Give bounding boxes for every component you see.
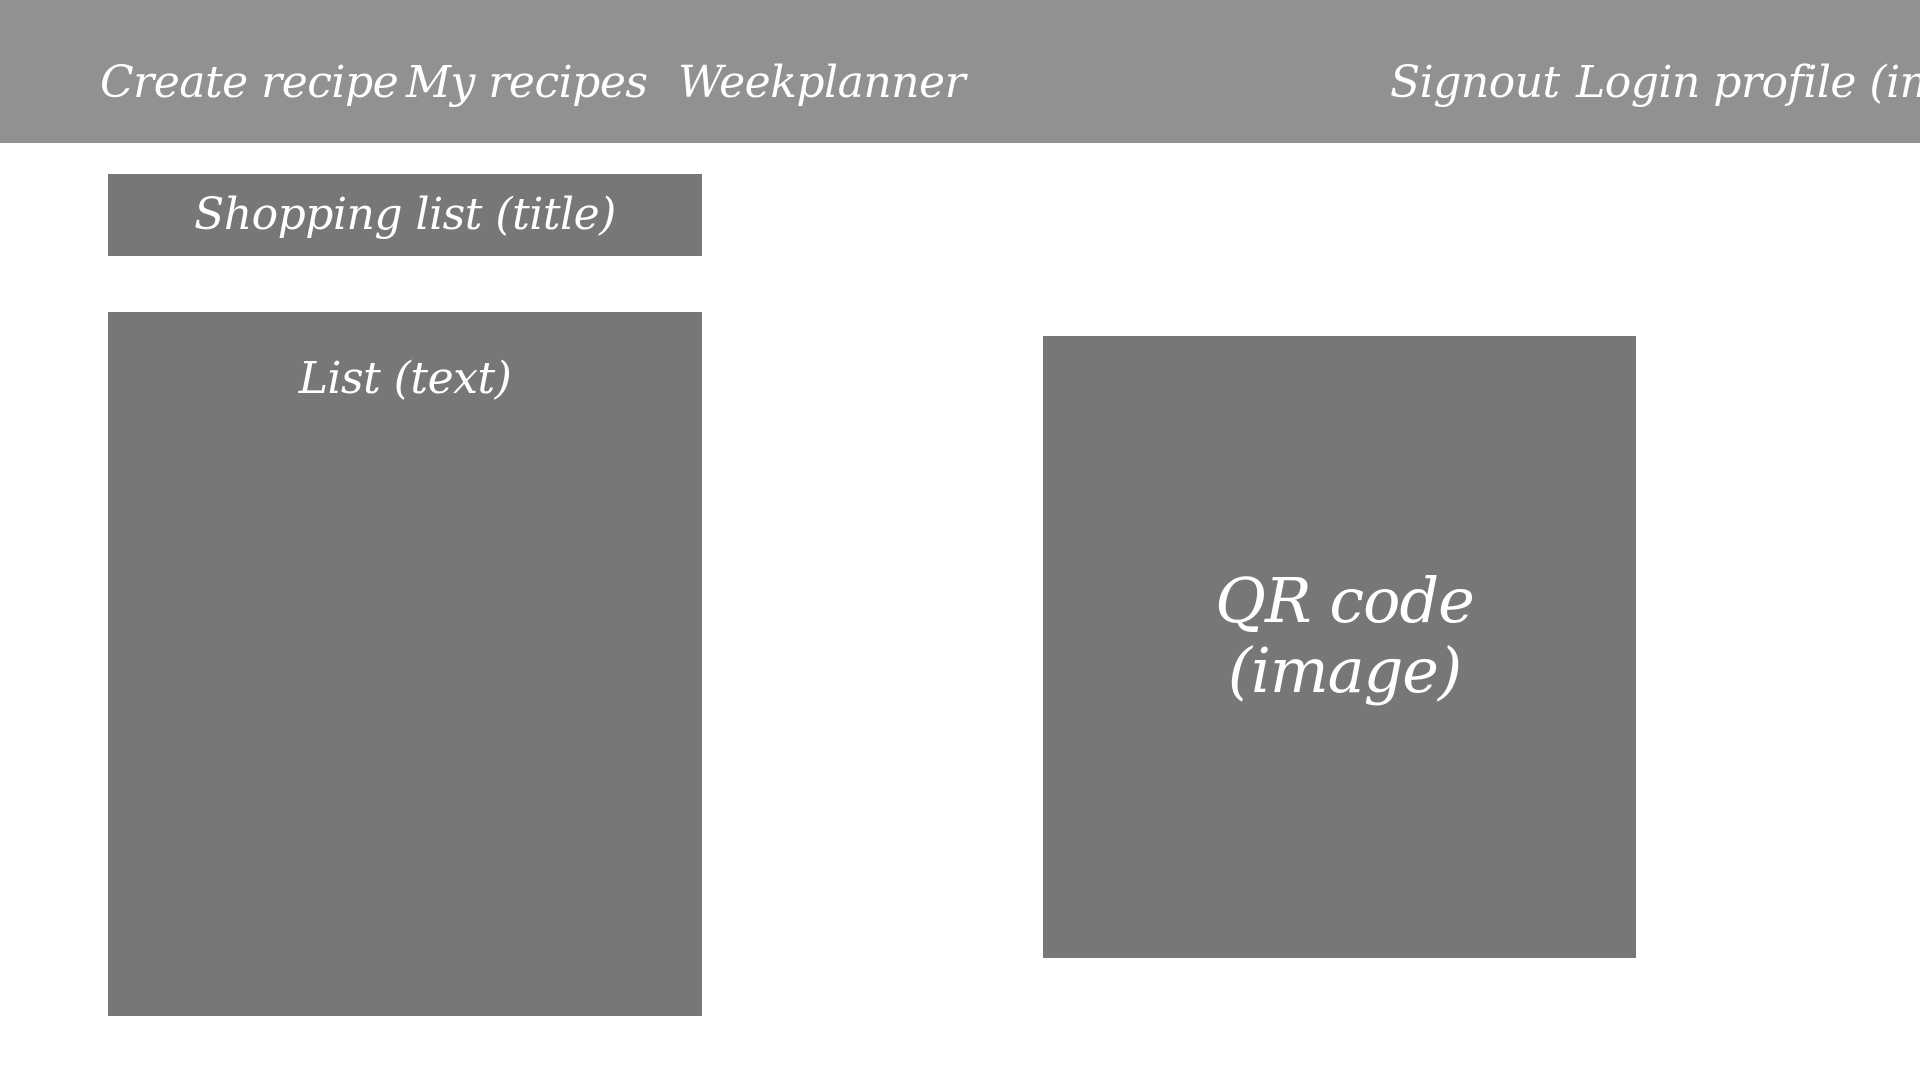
login-profile-link[interactable]: Login profile (img): [1576, 50, 1920, 116]
qr-code-label: QR code (image): [1215, 564, 1475, 707]
create-recipe-link[interactable]: Create recipe: [100, 50, 399, 116]
shopping-list-text: List (text): [298, 353, 512, 404]
shopping-list-title: Shopping list (title): [194, 189, 616, 240]
weekplanner-link[interactable]: Weekplanner: [678, 50, 966, 116]
my-recipes-link[interactable]: My recipes: [406, 50, 648, 116]
signout-link[interactable]: Signout: [1390, 50, 1560, 116]
qr-code-image: QR code (image): [1043, 336, 1636, 958]
shopping-list-panel: List (text): [108, 312, 702, 1016]
shopping-list-title-box: Shopping list (title): [108, 174, 702, 256]
top-navigation-bar: Create recipe My recipes Weekplanner Sig…: [0, 0, 1920, 143]
